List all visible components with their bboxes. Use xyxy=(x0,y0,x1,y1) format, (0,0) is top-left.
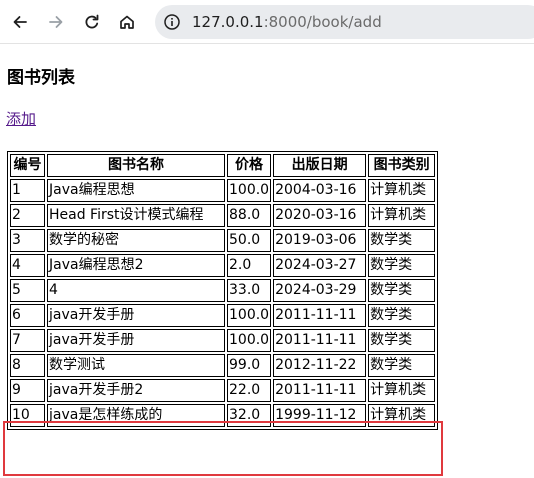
cell-date: 1999-11-12 xyxy=(273,404,367,427)
cell-name: java开发手册2 xyxy=(47,379,225,402)
cell-id: 9 xyxy=(10,379,45,402)
table-row: 1 Java编程思想 100.0 2004-03-16 计算机类 xyxy=(10,179,436,202)
table-row: 6 java开发手册 100.0 2011-11-11 数学类 xyxy=(10,304,436,327)
url-text[interactable]: 127.0.0.1:8000/book/add xyxy=(192,5,382,39)
home-icon xyxy=(120,15,134,29)
cell-name: 数学测试 xyxy=(47,354,225,377)
cell-date: 2011-11-11 xyxy=(273,329,367,352)
cell-id: 4 xyxy=(10,254,45,277)
table-row: 5 4 33.0 2024-03-29 数学类 xyxy=(10,279,436,302)
cell-price: 50.0 xyxy=(227,229,272,252)
url-host: 127.0.0.1 xyxy=(192,13,264,31)
cell-price: 100.0 xyxy=(227,304,272,327)
book-table: 编号 图书名称 价格 出版日期 图书类别 1 Java编程思想 100.0 2004-… xyxy=(7,151,439,430)
cell-category: 计算机类 xyxy=(368,379,436,402)
cell-category: 数学类 xyxy=(368,279,436,302)
header-price: 价格 xyxy=(227,154,272,177)
cell-id: 6 xyxy=(10,304,45,327)
cell-id: 1 xyxy=(10,179,45,202)
cell-category: 数学类 xyxy=(368,329,436,352)
cell-category: 数学类 xyxy=(368,254,436,277)
table-row: 8 数学测试 99.0 2012-11-22 数学类 xyxy=(10,354,436,377)
table-header-row: 编号 图书名称 价格 出版日期 图书类别 xyxy=(10,154,436,177)
table-row: 3 数学的秘密 50.0 2019-03-06 数学类 xyxy=(10,229,436,252)
cell-price: 100.0 xyxy=(227,179,272,202)
cell-name: 4 xyxy=(47,279,225,302)
reload-icon xyxy=(85,14,99,29)
cell-category: 计算机类 xyxy=(368,404,436,427)
page-title: 图书列表 xyxy=(7,68,75,88)
cell-price: 22.0 xyxy=(227,379,272,402)
header-date: 出版日期 xyxy=(273,154,367,177)
cell-name: java是怎样练成的 xyxy=(47,404,225,427)
cell-name: 数学的秘密 xyxy=(47,229,225,252)
table-row: 9 java开发手册2 22.0 2011-11-11 计算机类 xyxy=(10,379,436,402)
table-body: 1 Java编程思想 100.0 2004-03-16 计算机类 2 Head First设… xyxy=(10,179,436,427)
cell-category: 计算机类 xyxy=(368,179,436,202)
arrow-right-icon xyxy=(49,16,63,28)
forward-button[interactable] xyxy=(42,8,70,36)
site-info-icon[interactable] xyxy=(162,12,182,32)
header-name: 图书名称 xyxy=(47,154,225,177)
cell-date: 2011-11-11 xyxy=(273,304,367,327)
cell-category: 数学类 xyxy=(368,304,436,327)
reload-button[interactable] xyxy=(78,8,106,36)
cell-id: 2 xyxy=(10,204,45,227)
cell-date: 2011-11-11 xyxy=(273,379,367,402)
page-content: 图书列表 添加 编号 图书名称 价格 出版日期 图书类别 1 Java编程思想 10… xyxy=(0,45,534,478)
cell-price: 32.0 xyxy=(227,404,272,427)
cell-price: 2.0 xyxy=(227,254,272,277)
cell-price: 88.0 xyxy=(227,204,272,227)
cell-date: 2019-03-06 xyxy=(273,229,367,252)
header-id: 编号 xyxy=(10,154,45,177)
cell-date: 2012-11-22 xyxy=(273,354,367,377)
table-row: 4 Java编程思想2 2.0 2024-03-27 数学类 xyxy=(10,254,436,277)
cell-date: 2004-03-16 xyxy=(273,179,367,202)
table-row: 7 java开发手册 100.0 2011-11-11 数学类 xyxy=(10,329,436,352)
back-button[interactable] xyxy=(6,8,34,36)
home-button[interactable] xyxy=(113,8,141,36)
add-book-link[interactable]: 添加 xyxy=(6,109,36,129)
arrow-left-icon xyxy=(13,16,27,28)
header-category: 图书类别 xyxy=(368,154,436,177)
cell-id: 3 xyxy=(10,229,45,252)
cell-date: 2020-03-16 xyxy=(273,204,367,227)
cell-price: 33.0 xyxy=(227,279,272,302)
cell-name: Java编程思想 xyxy=(47,179,225,202)
table-row: 10 java是怎样练成的 32.0 1999-11-12 计算机类 xyxy=(10,404,436,427)
cell-price: 99.0 xyxy=(227,354,272,377)
cell-price: 100.0 xyxy=(227,329,272,352)
cell-name: Head First设计模式编程 xyxy=(47,204,225,227)
cell-date: 2024-03-29 xyxy=(273,279,367,302)
cell-name: java开发手册 xyxy=(47,329,225,352)
table-row: 2 Head First设计模式编程 88.0 2020-03-16 计算机类 xyxy=(10,204,436,227)
cell-date: 2024-03-27 xyxy=(273,254,367,277)
browser-toolbar: 127.0.0.1:8000/book/add xyxy=(0,0,534,44)
cell-id: 8 xyxy=(10,354,45,377)
cell-id: 7 xyxy=(10,329,45,352)
cell-id: 5 xyxy=(10,279,45,302)
cell-name: java开发手册 xyxy=(47,304,225,327)
address-bar[interactable]: 127.0.0.1:8000/book/add xyxy=(155,5,534,39)
cell-category: 数学类 xyxy=(368,229,436,252)
cell-name: Java编程思想2 xyxy=(47,254,225,277)
cell-id: 10 xyxy=(10,404,45,427)
cell-category: 数学类 xyxy=(368,354,436,377)
url-path: :8000/book/add xyxy=(263,13,382,31)
cell-category: 计算机类 xyxy=(368,204,436,227)
